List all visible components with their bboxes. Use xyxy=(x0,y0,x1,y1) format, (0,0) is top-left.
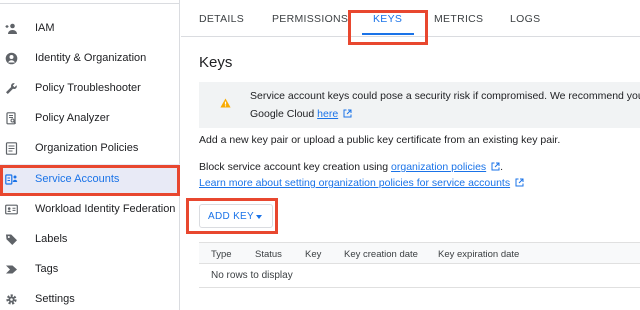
account-circle-icon xyxy=(5,52,18,65)
table-empty-row: No rows to display xyxy=(199,264,640,288)
warning-text: Service account keys could pose a securi… xyxy=(250,90,640,102)
block-creation-suffix: . xyxy=(500,161,504,173)
warning-banner: Service account keys could pose a securi… xyxy=(199,82,640,128)
sidebar-item-organization-policies[interactable]: Organization Policies xyxy=(0,133,180,163)
sidebar-item-settings[interactable]: Settings xyxy=(0,284,180,310)
organization-policies-link[interactable]: organization policies xyxy=(391,161,486,173)
sidebar-top-divider xyxy=(0,0,180,4)
column-header-key-expiration-date[interactable]: Key expiration date xyxy=(438,249,519,260)
column-header-type[interactable]: Type xyxy=(211,249,232,260)
sidebar-item-label: Policy Troubleshooter xyxy=(35,82,141,94)
tab-logs[interactable]: LOGS xyxy=(510,13,540,25)
sidebar-item-label: Policy Analyzer xyxy=(35,112,110,124)
sidebar-item-tags[interactable]: Tags xyxy=(0,254,180,284)
sidebar-item-label: Identity & Organization xyxy=(35,52,147,64)
empty-table-message: No rows to display xyxy=(211,270,293,281)
wrench-icon xyxy=(5,82,18,95)
tag-chevron-icon xyxy=(5,263,18,276)
warning-here-link[interactable]: here xyxy=(317,108,338,120)
external-link-icon xyxy=(491,162,500,174)
tab-details[interactable]: DETAILS xyxy=(199,13,244,25)
page-title: Keys xyxy=(199,54,233,71)
list-document-icon xyxy=(5,142,18,155)
warning-text-line2: Google Cloud here xyxy=(250,108,352,121)
add-key-highlight xyxy=(186,198,278,234)
sidebar-item-policy-troubleshooter[interactable]: Policy Troubleshooter xyxy=(0,73,180,103)
block-creation-text: Block service account key creation using… xyxy=(199,161,503,174)
add-key-description: Add a new key pair or upload a public ke… xyxy=(199,134,561,146)
person-add-icon xyxy=(5,22,18,35)
sidebar-item-workload-identity-federation[interactable]: Workload Identity Federation xyxy=(0,194,180,224)
id-card-icon xyxy=(5,203,18,216)
sidebar: IAM Identity & Organization Policy Troub… xyxy=(0,0,180,310)
sidebar-item-label: Workload Identity Federation xyxy=(35,203,176,215)
learn-more-line: Learn more about setting organization po… xyxy=(199,177,524,190)
external-link-icon xyxy=(343,109,352,121)
sidebar-item-label: Settings xyxy=(35,293,75,305)
main-content: Keys Service account keys could pose a s… xyxy=(181,37,640,310)
service-accounts-highlight xyxy=(0,165,180,196)
block-creation-prefix: Block service account key creation using xyxy=(199,161,392,173)
label-icon xyxy=(5,233,18,246)
sidebar-item-label: Tags xyxy=(35,263,59,275)
sidebar-item-iam[interactable]: IAM xyxy=(0,13,180,43)
sidebar-item-label: IAM xyxy=(35,22,55,34)
learn-more-link[interactable]: Learn more about setting organization po… xyxy=(199,177,510,189)
sidebar-item-policy-analyzer[interactable]: Policy Analyzer xyxy=(0,103,180,133)
sidebar-item-label: Labels xyxy=(35,233,68,245)
sidebar-item-labels[interactable]: Labels xyxy=(0,224,180,254)
warning-icon xyxy=(220,95,231,113)
sidebar-item-identity-organization[interactable]: Identity & Organization xyxy=(0,43,180,73)
gear-icon xyxy=(5,293,18,306)
warning-text-prefix: Google Cloud xyxy=(250,108,318,120)
external-link-icon xyxy=(515,178,524,190)
tab-permissions[interactable]: PERMISSIONS xyxy=(272,13,348,25)
column-header-key-creation-date[interactable]: Key creation date xyxy=(344,249,418,260)
keys-table-header: Type Status Key Key creation date Key ex… xyxy=(199,242,640,264)
column-header-key[interactable]: Key xyxy=(305,249,321,260)
tab-metrics[interactable]: METRICS xyxy=(434,13,483,25)
sidebar-item-label: Organization Policies xyxy=(35,142,139,154)
document-search-icon xyxy=(5,112,18,125)
column-header-status[interactable]: Status xyxy=(255,249,282,260)
